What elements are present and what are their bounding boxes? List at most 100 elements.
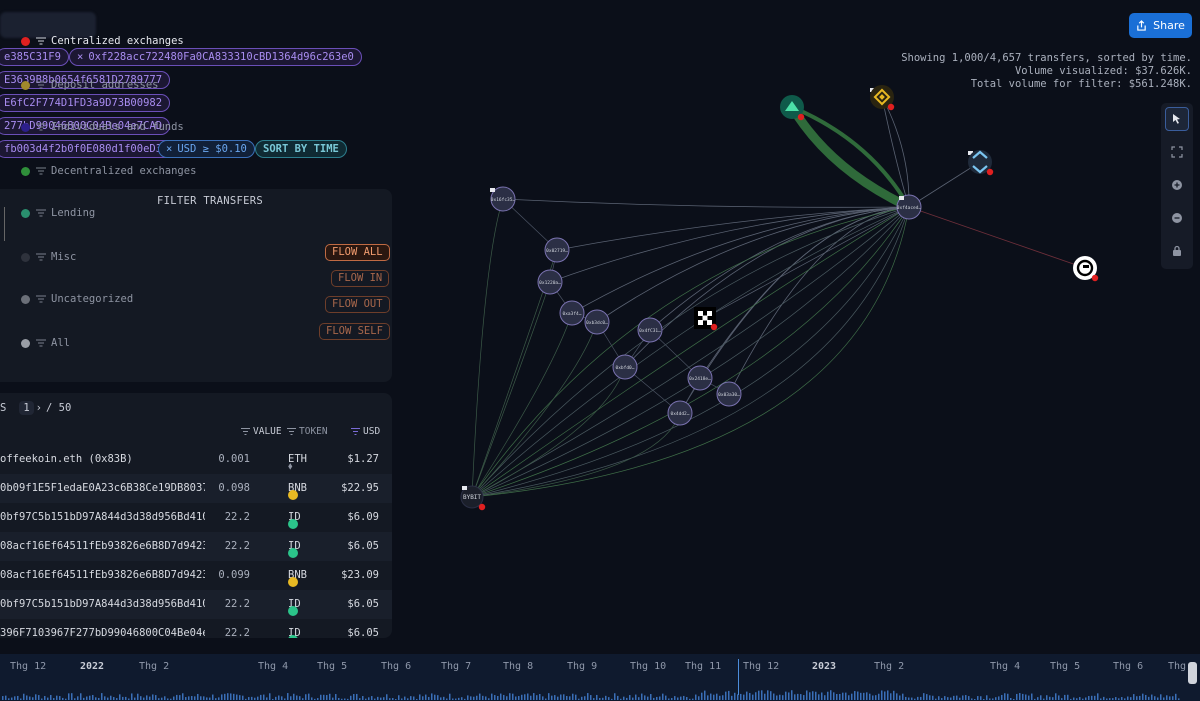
- timeline-bar: [590, 695, 592, 700]
- filter-category-deposit-addresses[interactable]: Deposit addresses: [21, 78, 158, 92]
- timeline-bar: [995, 697, 997, 700]
- flow-out-button[interactable]: FLOW OUT: [325, 296, 390, 313]
- timeline-bar: [41, 698, 43, 700]
- share-button[interactable]: Share: [1129, 13, 1192, 38]
- timeline-bar: [1142, 693, 1144, 700]
- timeline-bar: [56, 695, 58, 700]
- graph-node-n5[interactable]: 0xb3dc0…: [584, 309, 610, 335]
- from-address[interactable]: 0bf97C5b151bD97A844d3d38d956Bd4100…: [0, 511, 205, 523]
- usd-column-header[interactable]: USD: [351, 426, 380, 437]
- remove-chip-icon[interactable]: ×: [166, 143, 172, 155]
- timeline-bar: [641, 693, 643, 700]
- next-page-icon[interactable]: ›: [36, 402, 42, 414]
- edge-bybit-hub[interactable]: [471, 206, 910, 498]
- timeline-bar: [1100, 698, 1102, 700]
- edge-bybit-hub[interactable]: [471, 206, 910, 498]
- timeline-scrollbar[interactable]: [1188, 662, 1197, 684]
- edge-bybit-n10[interactable]: [471, 412, 681, 498]
- edge-bybit-n3[interactable]: [471, 281, 551, 498]
- timeline-bar: [1121, 697, 1123, 700]
- filter-category-uncategorized[interactable]: Uncategorized: [21, 292, 133, 306]
- page-input[interactable]: 1: [19, 401, 34, 415]
- fit-view-button[interactable]: [1165, 140, 1189, 164]
- graph-node-n4[interactable]: 0xa3f4…: [559, 300, 585, 326]
- graph-node-n8[interactable]: 0x2418e…: [687, 365, 713, 391]
- table-row[interactable]: 08acf16Ef64511fEb93826e6B8D7d9423C… 22.2 I…: [0, 532, 392, 561]
- edge-hub-dex[interactable]: [788, 104, 911, 212]
- token-column-header[interactable]: TOKEN: [287, 426, 328, 437]
- timeline-bar: [818, 694, 820, 700]
- sort-by-time-chip[interactable]: SORT BY TIME: [255, 140, 347, 158]
- from-address[interactable]: 08acf16Ef64511fEb93826e6B8D7d9423C…: [0, 569, 205, 581]
- table-row[interactable]: 0bf97C5b151bD97A844d3d38d956Bd4100… 22.2 I…: [0, 503, 392, 532]
- timeline-bar: [1040, 695, 1042, 700]
- table-row[interactable]: 08acf16Ef64511fEb93826e6B8D7d9423C… 0.099…: [0, 561, 392, 590]
- zoom-out-button[interactable]: [1165, 206, 1189, 230]
- value-column-header[interactable]: VALUE: [241, 426, 282, 437]
- filter-category-all[interactable]: All: [21, 336, 70, 350]
- timeline-bar: [329, 693, 331, 700]
- filter-category-misc[interactable]: Misc: [21, 250, 76, 264]
- timeline-bar: [14, 696, 16, 700]
- edge-bybit-hub[interactable]: [471, 206, 910, 498]
- filter-chip-usd-min[interactable]: × USD ≥ $0.10: [158, 140, 255, 158]
- from-address[interactable]: 0b09f1E5F1edaE0A23c6B38Ce19DB80370…: [0, 482, 205, 494]
- filter-chip-address-2[interactable]: × 0xf228acc722480Fa0CA833310cBD1364d96c26…: [69, 48, 362, 66]
- edge-n4-hub[interactable]: [571, 206, 910, 314]
- transfer-graph[interactable]: 0xf4aced… 0x16fc35… 0x02719… 0x1220a… 0xa3f4…: [400, 80, 1120, 530]
- edge-hub-gate[interactable]: [908, 206, 1086, 269]
- edge-bybit-hub[interactable]: [471, 206, 910, 498]
- edge-bybit-hub[interactable]: [471, 206, 910, 498]
- graph-node-n6[interactable]: 0x4fC31…: [637, 317, 663, 343]
- timeline[interactable]: Thg 12 2022 Thg 2 Thg 4 Thg 5 Thg 6 Thg 7 Thg 8…: [0, 654, 1200, 701]
- filter-category-decentralized-exchanges[interactable]: Decentralized exchanges: [21, 164, 196, 178]
- filter-chip-address-1[interactable]: e385C31F9: [0, 48, 69, 66]
- filter-category-lending[interactable]: Lending: [21, 206, 95, 220]
- zoom-in-button[interactable]: [1165, 173, 1189, 197]
- graph-node-n2[interactable]: 0x02719…: [544, 237, 570, 263]
- filter-category-centralized-exchanges[interactable]: Centralized exchanges: [21, 34, 184, 48]
- edge-hub-dex-2[interactable]: [791, 105, 911, 209]
- transfer-value: 22.2: [224, 511, 250, 523]
- node-label: 0xbfd0…: [616, 365, 635, 371]
- edge-bybit-hub[interactable]: [471, 206, 910, 498]
- edge-bybit-n4[interactable]: [471, 312, 573, 498]
- timeline-bar: [200, 696, 202, 700]
- flow-in-button[interactable]: FLOW IN: [331, 270, 390, 287]
- timeline-bar: [623, 696, 625, 700]
- filter-chip-address-6[interactable]: fb003d4f2b0f0E080d1f00eD32: [0, 140, 177, 158]
- timeline-bar: [1139, 695, 1141, 700]
- graph-node-n9[interactable]: 0x03a30…: [716, 381, 742, 407]
- cursor-tool-button[interactable]: [1165, 107, 1189, 131]
- from-address[interactable]: offeekoin.eth (0x83B): [0, 453, 205, 465]
- from-address[interactable]: 0bf97C5b151bD97A844d3d38d956Bd4100…: [0, 598, 205, 610]
- transfer-value: 0.099: [218, 569, 250, 581]
- edge-bybit-hub[interactable]: [471, 206, 910, 498]
- remove-chip-icon[interactable]: ×: [77, 51, 83, 63]
- flow-all-button[interactable]: FLOW ALL: [325, 244, 390, 261]
- filter-chip-address-4[interactable]: E6fC2F774D1FD3a9D73B00982: [0, 94, 171, 112]
- flow-self-button[interactable]: FLOW SELF: [319, 323, 390, 340]
- timeline-bar: [779, 694, 781, 700]
- edge-bybit-hub[interactable]: [471, 206, 910, 498]
- graph-node-n3[interactable]: 0x1220a…: [537, 269, 563, 295]
- edge-bybit-hub[interactable]: [471, 206, 910, 498]
- table-row[interactable]: 0b09f1E5F1edaE0A23c6B38Ce19DB80370… 0.098…: [0, 474, 392, 503]
- edge-bybit-n5[interactable]: [471, 321, 598, 498]
- edge-n1-hub[interactable]: [502, 198, 910, 208]
- edge-n5-hub[interactable]: [596, 206, 910, 323]
- table-row[interactable]: offeekoin.eth (0x83B) 0.001 ⬧ ETH $1.27: [0, 445, 392, 474]
- table-row[interactable]: 396F7103967F277bD99046800C04Be04e7… 22.2 I…: [0, 619, 392, 638]
- edge-n9-hub[interactable]: [728, 206, 910, 395]
- edge-hub-exchange[interactable]: [908, 161, 981, 208]
- from-address[interactable]: 396F7103967F277bD99046800C04Be04e7…: [0, 627, 205, 638]
- edge-bybit-hub[interactable]: [471, 206, 910, 498]
- lock-button[interactable]: [1165, 239, 1189, 263]
- filter-category-individuals-and-funds[interactable]: Individuals and funds: [21, 120, 184, 134]
- graph-node-n7[interactable]: 0xbfd0…: [612, 354, 638, 380]
- graph-node-n10[interactable]: 0x4dd2…: [667, 400, 693, 426]
- filter-icon: [287, 428, 296, 435]
- table-row[interactable]: 0bf97C5b151bD97A844d3d38d956Bd4100… 22.2 I…: [0, 590, 392, 619]
- timeline-bar: [554, 695, 556, 700]
- from-address[interactable]: 08acf16Ef64511fEb93826e6B8D7d9423C…: [0, 540, 205, 552]
